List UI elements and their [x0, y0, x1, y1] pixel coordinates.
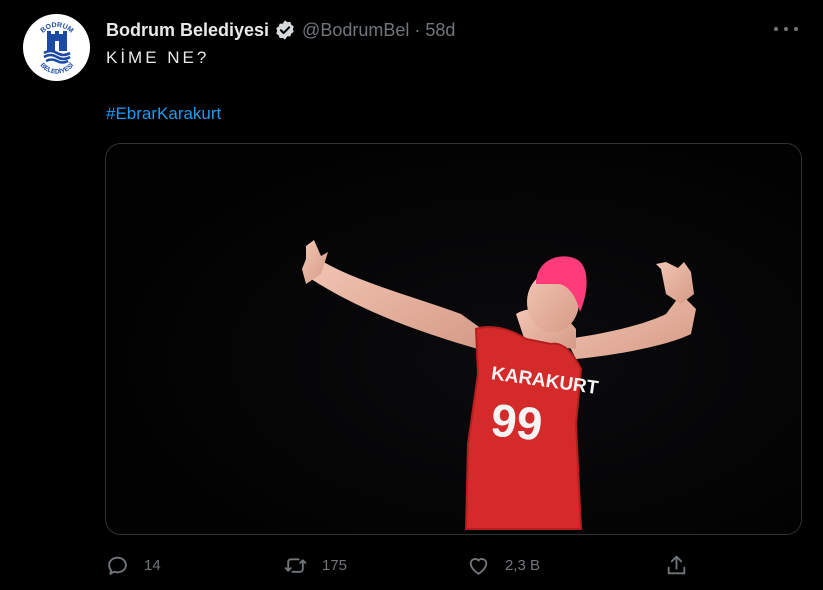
reply-count: 14 [144, 556, 161, 574]
share-button[interactable] [664, 548, 689, 582]
retweet-icon [284, 557, 307, 573]
tweet-text: KİME NE? [106, 48, 210, 67]
share-icon [667, 555, 686, 574]
more-options-icon[interactable] [774, 20, 798, 38]
hashtag-link[interactable]: #EbrarKarakurt [106, 104, 221, 124]
author-handle[interactable]: @BodrumBel [302, 20, 409, 41]
tweet-media-image[interactable]: KARAKURT 99 [105, 143, 802, 535]
tweet-header: Bodrum Belediyesi @BodrumBel · 58d [106, 17, 793, 43]
avatar[interactable]: BODRUM BELEDİYESİ [23, 14, 90, 81]
verified-badge-icon [274, 19, 296, 41]
jersey-number: 99 [489, 393, 545, 450]
heart-icon [469, 557, 488, 575]
reply-icon [108, 556, 127, 575]
separator-dot: · [414, 19, 421, 40]
bodrum-logo-icon: BODRUM BELEDİYESİ [38, 21, 75, 75]
tweet-time[interactable]: 58d [425, 20, 455, 41]
retweet-button[interactable]: 175 [283, 548, 347, 582]
svg-text:BELEDİYESİ: BELEDİYESİ [38, 61, 75, 75]
like-button[interactable]: 2,3 B [466, 548, 540, 582]
author-name[interactable]: Bodrum Belediyesi [106, 20, 269, 41]
retweet-count: 175 [322, 556, 348, 574]
like-count: 2,3 B [505, 556, 541, 574]
volleyball-player-illustration: KARAKURT 99 [106, 144, 801, 534]
tweet-actions: 14 175 2,3 B [105, 548, 725, 582]
reply-button[interactable]: 14 [105, 548, 161, 582]
